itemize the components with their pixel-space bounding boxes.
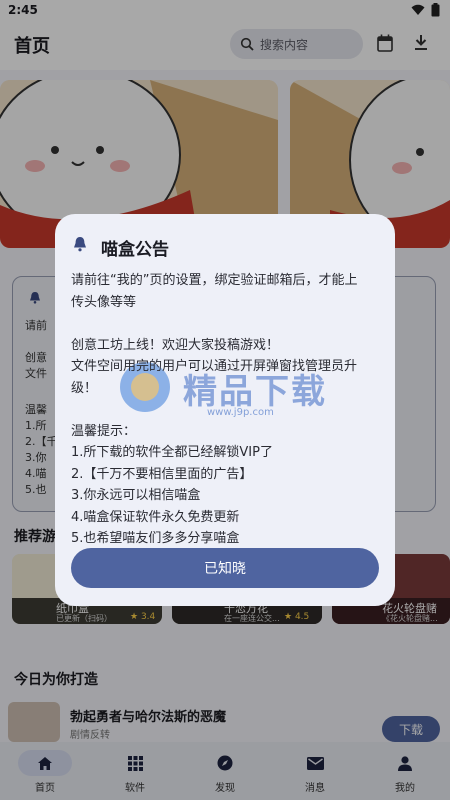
dialog-line: 1.所下载的软件全都已经解锁VIP了 [71,445,273,460]
dialog-line: 请前往“我的”页的设置，绑定验证邮箱后，才能上 [71,273,358,288]
dialog-line: 4.喵盒保证软件永久免费更新 [71,509,240,525]
announcement-dialog: 喵盒公告 精品下载 www.j9p.com 请前往“我的”页的设置，绑定验证邮箱… [55,214,395,606]
dialog-title: 喵盒公告 [101,240,169,260]
dialog-line: 文件空间用完的用户可以通过开屏弹窗找管理员升 [71,359,358,374]
bell-icon [74,237,86,252]
dialog-line: 传头像等等 [71,294,137,310]
dialog-line: 2.【千万不要相信里面的广告】 [71,466,253,482]
dialog-line [71,399,383,421]
acknowledge-button[interactable]: 已知晓 [71,548,379,588]
dialog-line: 温馨提示： [71,423,137,439]
dialog-line: 创意工坊上线！欢迎大家投稿游戏！ [71,337,280,353]
dialog-line: 级！ [71,380,98,396]
dialog-line: 3.你永远可以相信喵盒 [71,488,201,503]
dialog-body: 请前往“我的”页的设置，绑定验证邮箱后，才能上 传头像等等 创意工坊上线！欢迎大… [71,270,383,550]
dialog-line: 5.也希望喵友们多多分享喵盒 [71,531,240,546]
dialog-line [71,313,383,335]
